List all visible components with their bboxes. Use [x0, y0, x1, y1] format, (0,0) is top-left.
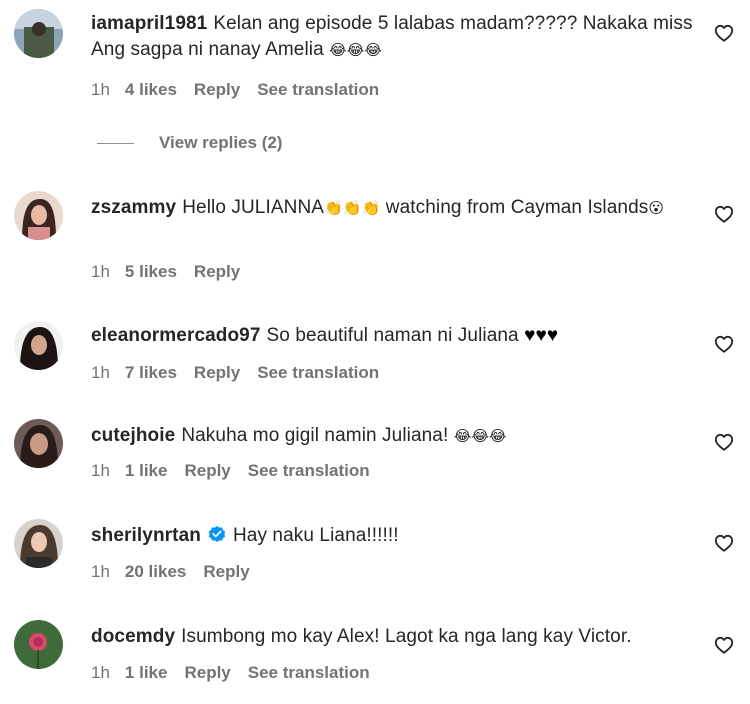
comment-meta: 1h 1 like Reply See translation — [91, 461, 387, 481]
timestamp[interactable]: 1h — [91, 363, 110, 382]
comment-text-continued: watching from Cayman Islands — [385, 197, 649, 218]
comment-text: Hello JULIANNA — [182, 197, 325, 218]
timestamp[interactable]: 1h — [91, 562, 110, 581]
username[interactable]: sherilynrtan — [91, 525, 201, 546]
comment-text: Hay naku Liana!!!!!! — [232, 525, 399, 546]
heart-outline-icon[interactable] — [714, 205, 734, 223]
reply-button[interactable]: Reply — [194, 363, 240, 382]
verified-badge-icon — [208, 526, 226, 542]
likes-count[interactable]: 5 likes — [125, 262, 177, 281]
comment-text: Isumbong mo kay Alex! Lagot ka nga lang … — [181, 626, 632, 647]
see-translation-button[interactable]: See translation — [257, 80, 379, 99]
comment-meta: 1h 1 like Reply See translation — [91, 663, 387, 683]
avatar[interactable] — [14, 9, 63, 58]
username[interactable]: zszammy — [91, 197, 176, 218]
avatar[interactable] — [14, 620, 63, 669]
avatar[interactable] — [14, 191, 63, 240]
avatar[interactable] — [14, 519, 63, 568]
username[interactable]: iamapril1981 — [91, 13, 207, 34]
comment-meta: 1h 5 likes Reply — [91, 262, 257, 282]
comment-body: sherilynrtan Hay naku Liana!!!!!! — [91, 523, 701, 549]
timestamp[interactable]: 1h — [91, 80, 110, 99]
see-translation-button[interactable]: See translation — [248, 461, 370, 480]
heart-emoji: ♥♥♥ — [524, 325, 559, 346]
reply-button[interactable]: Reply — [194, 80, 240, 99]
timestamp[interactable]: 1h — [91, 461, 110, 480]
likes-count[interactable]: 1 like — [125, 461, 168, 480]
heart-outline-icon[interactable] — [714, 636, 734, 654]
comment-text: So beautiful naman ni Juliana — [266, 325, 519, 346]
timestamp[interactable]: 1h — [91, 663, 110, 682]
reply-button[interactable]: Reply — [194, 262, 240, 281]
reply-button[interactable]: Reply — [184, 663, 230, 682]
comment-meta: 1h 4 likes Reply See translation — [91, 80, 396, 100]
avatar[interactable] — [14, 321, 63, 370]
heart-outline-icon[interactable] — [714, 24, 734, 42]
heart-outline-icon[interactable] — [714, 335, 734, 353]
reply-button[interactable]: Reply — [203, 562, 249, 581]
comment-meta: 1h 7 likes Reply See translation — [91, 363, 396, 383]
likes-count[interactable]: 1 like — [125, 663, 168, 682]
comment-body: eleanormercado97 So beautiful naman ni Ju… — [91, 323, 701, 349]
comment-body: docemdy Isumbong mo kay Alex! Lagot ka ng… — [91, 624, 701, 650]
laughing-emoji: 😂😂😂 — [329, 42, 383, 59]
comment-body: iamapril1981 Kelan ang episode 5 lalabas … — [91, 11, 701, 64]
surprised-emoji: 😮 — [648, 200, 665, 217]
username[interactable]: docemdy — [91, 626, 175, 647]
likes-count[interactable]: 7 likes — [125, 363, 177, 382]
timestamp[interactable]: 1h — [91, 262, 110, 281]
heart-outline-icon[interactable] — [714, 534, 734, 552]
likes-count[interactable]: 20 likes — [125, 562, 186, 581]
heart-outline-icon[interactable] — [714, 433, 734, 451]
username[interactable]: eleanormercado97 — [91, 325, 261, 346]
see-translation-button[interactable]: See translation — [248, 663, 370, 682]
comment-meta: 1h 20 likes Reply — [91, 562, 267, 582]
view-replies-button[interactable]: View replies (2) — [97, 133, 282, 153]
comment-body: zszammy Hello JULIANNA👏👏👏 watching from C… — [91, 195, 701, 222]
laughing-emoji: 😂😂😂 — [453, 428, 507, 445]
clapping-emoji: 👏👏👏 — [324, 200, 381, 217]
see-translation-button[interactable]: See translation — [257, 363, 379, 382]
reply-button[interactable]: Reply — [184, 461, 230, 480]
comment-text: Nakuha mo gigil namin Juliana! — [181, 425, 449, 446]
comment-body: cutejhoie Nakuha mo gigil namin Juliana! … — [91, 423, 701, 450]
avatar[interactable] — [14, 419, 63, 468]
view-replies-label[interactable]: View replies (2) — [159, 133, 282, 153]
replies-divider — [97, 142, 134, 144]
username[interactable]: cutejhoie — [91, 425, 175, 446]
likes-count[interactable]: 4 likes — [125, 80, 177, 99]
